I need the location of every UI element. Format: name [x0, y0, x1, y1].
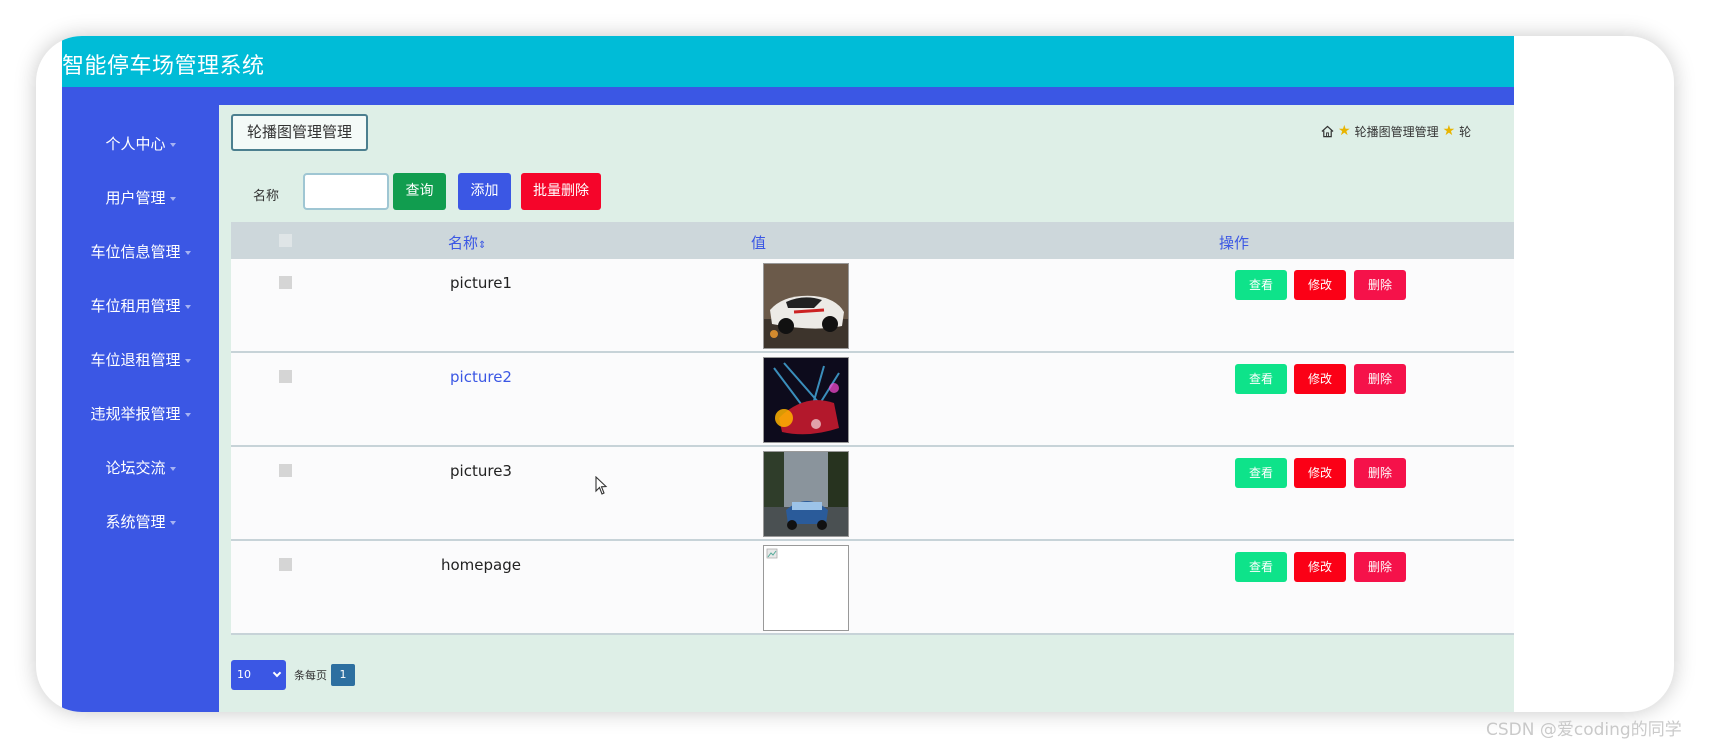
- sidebar-item-violation-report[interactable]: 违规举报管理: [62, 403, 219, 424]
- view-button[interactable]: 查看: [1235, 364, 1287, 394]
- top-header: 智能停车场管理系统: [62, 36, 1514, 87]
- page-number-current[interactable]: 1: [331, 664, 355, 686]
- watermark: CSDN @爱coding的同学: [1486, 720, 1682, 740]
- chevron-down-icon: [272, 668, 282, 678]
- broken-image-icon: [763, 545, 849, 631]
- column-header-name[interactable]: 名称⇕: [448, 232, 486, 253]
- window-frame: 智能停车场管理系统 个人中心 用户管理 车位信息管理 车位租用管理 车位退租管理…: [36, 36, 1674, 712]
- sort-icon[interactable]: ⇕: [478, 240, 486, 251]
- sidebar-item-space-return[interactable]: 车位退租管理: [62, 349, 219, 370]
- row-name: picture1: [450, 274, 512, 292]
- column-header-value: 值: [751, 234, 767, 252]
- home-icon[interactable]: [1321, 125, 1334, 138]
- add-button[interactable]: 添加: [458, 173, 511, 210]
- table-header: 名称⇕ 值 操作: [231, 222, 1514, 259]
- sidebar-item-forum[interactable]: 论坛交流: [62, 457, 219, 478]
- data-table: 名称⇕ 值 操作 picture1 查看 修改 删除 picture2 查看 修…: [231, 222, 1514, 635]
- header-divider-bar: [62, 87, 1514, 105]
- app-title: 智能停车场管理系统: [62, 54, 265, 79]
- sidebar-item-label: 车位退租管理: [90, 351, 181, 369]
- edit-button[interactable]: 修改: [1294, 364, 1346, 394]
- breadcrumb: ★ 轮播图管理管理 ★ 轮: [1321, 122, 1521, 140]
- delete-button[interactable]: 删除: [1354, 270, 1406, 300]
- sidebar-item-label: 违规举报管理: [90, 405, 181, 423]
- car-white-race-image: [764, 264, 848, 348]
- tab-carousel-management[interactable]: 轮播图管理管理: [231, 114, 369, 151]
- select-all-checkbox[interactable]: [279, 234, 292, 247]
- sidebar-item-space-rental[interactable]: 车位租用管理: [62, 295, 219, 316]
- sidebar-item-label: 系统管理: [105, 513, 166, 531]
- breadcrumb-item[interactable]: 轮播图管理管理: [1355, 123, 1439, 140]
- row-name: homepage: [441, 556, 521, 574]
- caret-down-icon: [184, 250, 191, 255]
- table-row: picture3 查看 修改 删除: [231, 447, 1514, 541]
- star-icon: ★: [1338, 123, 1351, 139]
- row-name[interactable]: picture2: [431, 368, 531, 386]
- carousel-image-thumbnail: [763, 357, 849, 443]
- sidebar-item-user-management[interactable]: 用户管理: [62, 187, 219, 208]
- table-row: homepage 查看 修改 删除: [231, 541, 1514, 635]
- pagination: 10 条每页 1: [231, 660, 355, 690]
- view-button[interactable]: 查看: [1235, 458, 1287, 488]
- row-checkbox[interactable]: [279, 558, 292, 571]
- caret-down-icon: [184, 304, 191, 309]
- search-name-label: 名称: [253, 189, 280, 204]
- car-red-lights-image: [764, 358, 848, 442]
- star-icon: ★: [1442, 123, 1456, 139]
- caret-down-icon: [169, 520, 176, 525]
- sidebar-item-label: 个人中心: [105, 135, 166, 153]
- carousel-image-thumbnail: [763, 263, 849, 349]
- caret-down-icon: [184, 358, 191, 363]
- caret-down-icon: [169, 142, 176, 147]
- sidebar-item-label: 用户管理: [105, 189, 166, 207]
- row-checkbox[interactable]: [279, 276, 292, 289]
- caret-down-icon: [169, 466, 176, 471]
- sidebar: 个人中心 用户管理 车位信息管理 车位租用管理 车位退租管理 违规举报管理 论坛…: [62, 105, 219, 712]
- query-button[interactable]: 查询: [393, 173, 446, 210]
- sidebar-item-space-info[interactable]: 车位信息管理: [62, 241, 219, 262]
- app: 智能停车场管理系统 个人中心 用户管理 车位信息管理 车位租用管理 车位退租管理…: [62, 36, 1514, 712]
- table-row: picture1 查看 修改 删除: [231, 259, 1514, 353]
- sidebar-item-personal-center[interactable]: 个人中心: [62, 133, 219, 154]
- page-size-select[interactable]: 10: [231, 660, 286, 690]
- sidebar-item-label: 车位信息管理: [90, 243, 181, 261]
- car-blue-road-image: [764, 452, 848, 536]
- batch-delete-button[interactable]: 批量删除: [521, 173, 601, 210]
- edit-button[interactable]: 修改: [1294, 552, 1346, 582]
- delete-button[interactable]: 删除: [1354, 364, 1406, 394]
- sidebar-item-label: 车位租用管理: [90, 297, 181, 315]
- per-page-label: 条每页: [294, 669, 327, 682]
- mouse-cursor-icon: [595, 476, 608, 495]
- view-button[interactable]: 查看: [1235, 552, 1287, 582]
- row-checkbox[interactable]: [279, 464, 292, 477]
- caret-down-icon: [184, 412, 191, 417]
- table-row: picture2 查看 修改 删除: [231, 353, 1514, 447]
- delete-button[interactable]: 删除: [1354, 552, 1406, 582]
- row-checkbox[interactable]: [279, 370, 292, 383]
- edit-button[interactable]: 修改: [1294, 270, 1346, 300]
- row-name: picture3: [450, 462, 512, 480]
- column-header-actions: 操作: [1219, 234, 1250, 252]
- caret-down-icon: [169, 196, 176, 201]
- edit-button[interactable]: 修改: [1294, 458, 1346, 488]
- sidebar-item-label: 论坛交流: [105, 459, 166, 477]
- view-button[interactable]: 查看: [1235, 270, 1287, 300]
- breadcrumb-item-truncated[interactable]: 轮: [1459, 123, 1471, 140]
- search-name-input[interactable]: [303, 173, 389, 210]
- carousel-image-thumbnail: [763, 451, 849, 537]
- sidebar-item-system[interactable]: 系统管理: [62, 511, 219, 532]
- delete-button[interactable]: 删除: [1354, 458, 1406, 488]
- main-content: 轮播图管理管理 ★ 轮播图管理管理 ★ 轮 名称 查询 添加 批量删除 名称⇕ …: [219, 105, 1514, 712]
